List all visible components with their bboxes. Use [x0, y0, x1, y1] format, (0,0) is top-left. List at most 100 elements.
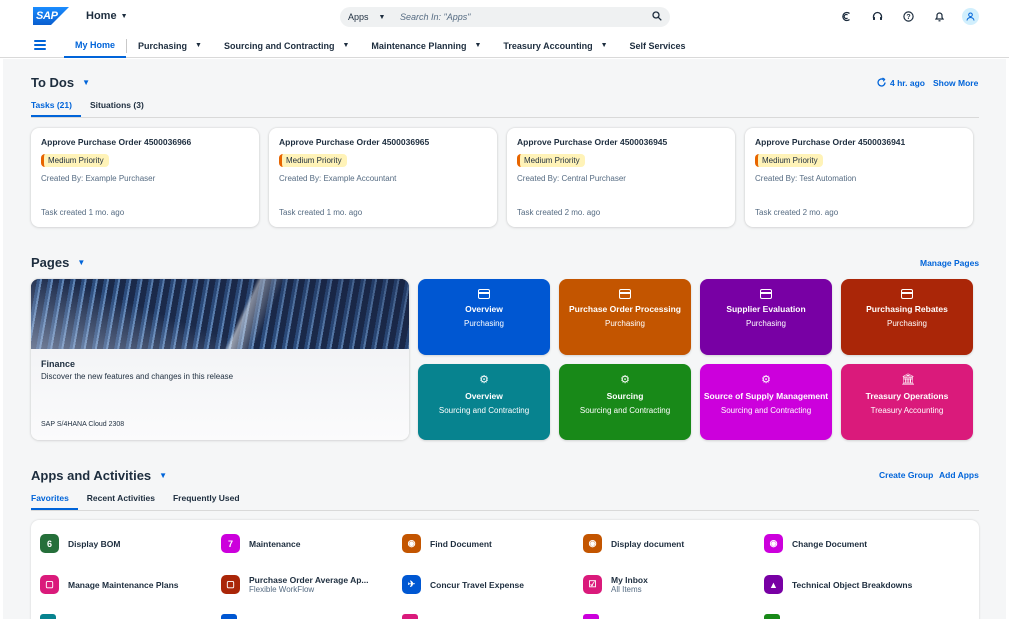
- show-more-link[interactable]: Show More: [933, 78, 978, 88]
- plan-icon: ▢: [40, 575, 59, 594]
- refresh-icon: [877, 77, 886, 87]
- nav-purchasing[interactable]: Purchasing ▼: [127, 33, 213, 58]
- pages-section-title[interactable]: Pages ▼: [31, 255, 85, 270]
- page-tile[interactable]: Purchasing Rebates Purchasing: [841, 279, 973, 355]
- sourcing-icon: ⚙: [620, 374, 630, 386]
- apps-section-title[interactable]: Apps and Activities ▼: [31, 468, 167, 483]
- pages-title: Pages: [31, 255, 70, 270]
- todos-title: To Dos: [31, 75, 75, 90]
- menu-icon[interactable]: [34, 40, 46, 50]
- app-concur-travel-expense[interactable]: ✈ Concur Travel Expense: [402, 575, 524, 594]
- task-title: Approve Purchase Order 4500036965: [279, 137, 430, 147]
- app-my-inbox[interactable]: ☑ My Inbox All Items: [583, 575, 648, 594]
- refresh-time-label: 4 hr. ago: [890, 77, 925, 88]
- app-name: Display document: [611, 538, 685, 549]
- tile-subtitle: Sourcing and Contracting: [579, 406, 671, 415]
- chevron-down-icon: ▼: [474, 42, 482, 49]
- nav-sourcing-contracting[interactable]: Sourcing and Contracting ▼: [213, 33, 360, 58]
- search-input[interactable]: Search In: "Apps": [400, 12, 652, 22]
- tile-subtitle: Purchasing: [463, 319, 505, 328]
- app-icon-partial[interactable]: [764, 614, 780, 619]
- home-menu[interactable]: Home ▼: [86, 10, 128, 22]
- chevron-down-icon: ▼: [378, 13, 386, 21]
- tab-favorites[interactable]: Favorites: [31, 493, 78, 510]
- app-technical-object-breakdowns[interactable]: ▲ Technical Object Breakdowns: [764, 575, 912, 594]
- task-card[interactable]: Approve Purchase Order 4500036945 Medium…: [507, 128, 735, 227]
- sourcing-icon: ⚙: [761, 374, 771, 386]
- nav-my-home[interactable]: My Home: [64, 33, 127, 58]
- sap-logo[interactable]: SAP: [33, 7, 69, 25]
- chevron-down-icon: ▼: [195, 42, 202, 49]
- app-maintenance[interactable]: 7 Maintenance: [221, 534, 301, 553]
- tile-title: Sourcing: [606, 391, 644, 401]
- chevron-down-icon: ▼: [600, 42, 608, 49]
- tile-subtitle: Purchasing: [886, 319, 928, 328]
- priority-badge: Medium Priority: [279, 154, 347, 167]
- tile-title: Overview: [465, 304, 503, 314]
- search-scope-label: Apps: [348, 12, 369, 22]
- page-tile[interactable]: Supplier Evaluation Purchasing: [700, 279, 832, 355]
- page-tile[interactable]: Overview Purchasing: [418, 279, 550, 355]
- nav-label: Purchasing: [138, 40, 188, 51]
- nav-label: My Home: [75, 39, 116, 50]
- page-tile[interactable]: ⚙ Overview Sourcing and Contracting: [418, 364, 550, 440]
- nav-maintenance-planning[interactable]: Maintenance Planning ▼: [360, 33, 492, 58]
- tile-title: Source of Supply Management: [703, 391, 829, 401]
- page-tile[interactable]: ⚙ Sourcing Sourcing and Contracting: [559, 364, 691, 440]
- app-find-document[interactable]: ◉ Find Document: [402, 534, 492, 553]
- app-manage-maintenance-plans[interactable]: ▢ Manage Maintenance Plans: [40, 575, 179, 594]
- card-icon: [760, 289, 772, 299]
- app-subtitle: All Items: [611, 585, 642, 594]
- add-apps-link[interactable]: Add Apps: [939, 470, 979, 480]
- task-card[interactable]: Approve Purchase Order 4500036965 Medium…: [269, 128, 497, 227]
- nav-label: Treasury Accounting: [503, 40, 593, 51]
- todos-section-title[interactable]: To Dos ▼: [31, 75, 90, 90]
- page-tile[interactable]: 🏛 Treasury Operations Treasury Accountin…: [841, 364, 973, 440]
- help-headset-icon[interactable]: [869, 9, 885, 25]
- copilot-icon[interactable]: [838, 9, 854, 25]
- app-name: Display BOM: [68, 538, 121, 549]
- nav-label: Maintenance Planning: [371, 40, 467, 51]
- app-subtitle: Flexible WorkFlow: [249, 585, 315, 594]
- card-icon: [901, 289, 913, 299]
- page-tile[interactable]: ⚙ Source of Supply Management Sourcing a…: [700, 364, 832, 440]
- tab-frequently-used[interactable]: Frequently Used: [173, 493, 249, 510]
- document-icon: ◉: [583, 534, 602, 553]
- chevron-down-icon: ▼: [120, 12, 128, 20]
- task-card[interactable]: Approve Purchase Order 4500036966 Medium…: [31, 128, 259, 227]
- task-card[interactable]: Approve Purchase Order 4500036941 Medium…: [745, 128, 973, 227]
- search-scope-select[interactable]: Apps ▼: [340, 12, 396, 22]
- notification-icon[interactable]: [931, 9, 947, 25]
- page-tile[interactable]: Purchase Order Processing Purchasing: [559, 279, 691, 355]
- refresh-button[interactable]: 4 hr. ago: [876, 77, 925, 88]
- task-time: Task created 1 mo. ago: [41, 208, 125, 217]
- app-change-document[interactable]: ◉ Change Document: [764, 534, 867, 553]
- nav-self-services[interactable]: Self Services: [619, 33, 697, 58]
- app-name: Change Document: [792, 538, 868, 549]
- finance-highlight-card[interactable]: Finance Discover the new features and ch…: [31, 279, 409, 440]
- tab-tasks[interactable]: Tasks (21): [31, 100, 81, 117]
- search-icon[interactable]: [652, 10, 670, 24]
- manage-pages-link[interactable]: Manage Pages: [920, 258, 979, 268]
- workflow-icon: ▢: [221, 575, 240, 594]
- task-time: Task created 2 mo. ago: [517, 208, 601, 217]
- app-icon-partial[interactable]: [221, 614, 237, 619]
- help-icon[interactable]: ?: [900, 9, 916, 25]
- nav-label: Self Services: [629, 40, 686, 51]
- create-group-link[interactable]: Create Group: [879, 470, 933, 480]
- app-display-document[interactable]: ◉ Display document: [583, 534, 684, 553]
- app-po-average-approval[interactable]: ▢ Purchase Order Average Ap... Flexible …: [221, 575, 369, 594]
- tab-recent-activities[interactable]: Recent Activities: [87, 493, 164, 510]
- app-icon-partial[interactable]: [402, 614, 418, 619]
- tab-situations[interactable]: Situations (3): [90, 100, 153, 117]
- tile-subtitle: Purchasing: [604, 319, 646, 328]
- shell-bar: SAP Home ▼ Apps ▼ Search In: "Apps" ?: [0, 0, 1009, 33]
- app-display-bom[interactable]: 6 Display BOM: [40, 534, 120, 553]
- app-icon-partial[interactable]: [40, 614, 56, 619]
- chevron-down-icon: ▼: [159, 471, 168, 480]
- app-icon-partial[interactable]: [583, 614, 599, 619]
- user-avatar-icon[interactable]: [962, 8, 979, 25]
- search-field[interactable]: Apps ▼ Search In: "Apps": [340, 7, 670, 27]
- tile-title: Purchasing Rebates: [866, 304, 948, 314]
- nav-treasury-accounting[interactable]: Treasury Accounting ▼: [492, 33, 618, 58]
